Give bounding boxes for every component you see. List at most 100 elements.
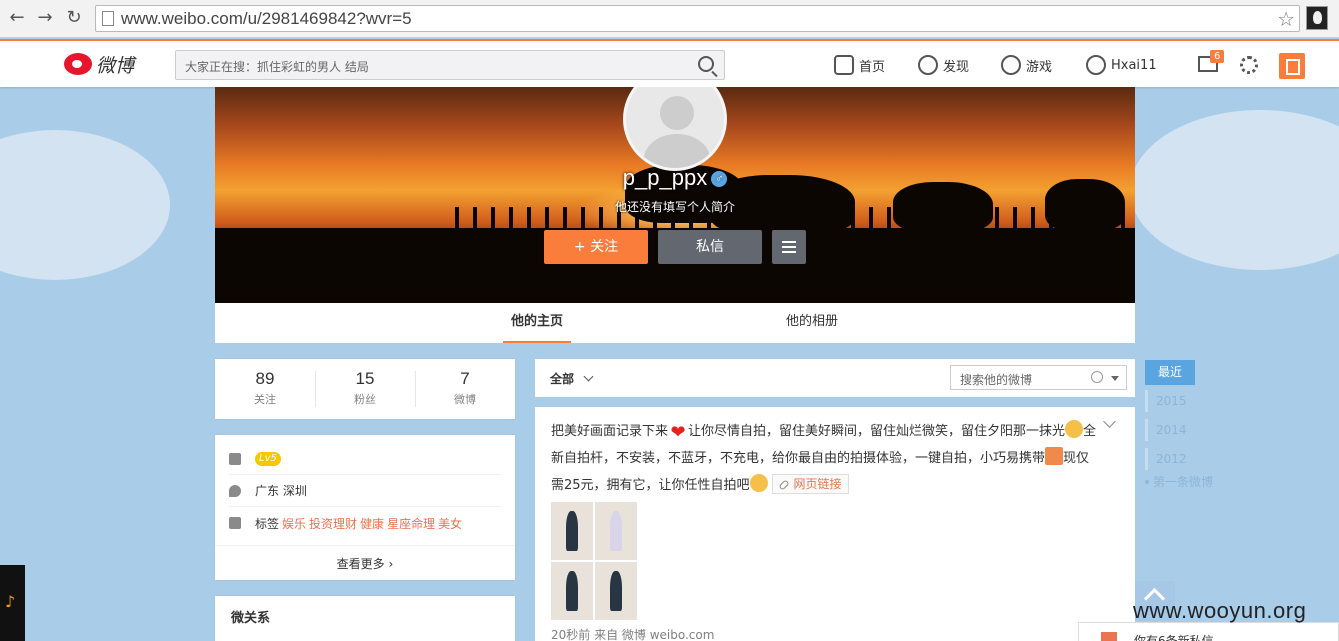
search-icon[interactable]: [698, 56, 714, 72]
web-link-button[interactable]: 网页链接: [771, 474, 849, 494]
compose-button[interactable]: [1279, 53, 1305, 79]
tag-icon: [229, 517, 241, 529]
username-text: p_p_ppx: [622, 165, 708, 190]
male-icon: ♂: [711, 171, 728, 188]
timeline-year[interactable]: 2012: [1145, 448, 1215, 470]
post-thumbnail[interactable]: [551, 502, 593, 560]
nav-user[interactable]: Hxai11: [1086, 55, 1157, 75]
dropdown-arrow-icon[interactable]: [1111, 376, 1119, 381]
chevron-right-icon: ›: [388, 557, 394, 571]
address-bar[interactable]: www.weibo.com/u/2981469842?wvr=5 ☆: [95, 5, 1300, 32]
nav-discover[interactable]: 发现: [918, 55, 969, 75]
nav-home-label: 首页: [859, 59, 886, 75]
background-cloud: [1130, 110, 1339, 270]
url-text[interactable]: www.weibo.com/u/2981469842?wvr=5: [121, 9, 412, 29]
watermark: www.wooyun.org: [1133, 598, 1307, 623]
tags-label: 标签: [255, 516, 280, 531]
info-card: Lv5 广东 深圳 标签 娱乐 投资理财 健康 星座命理 美女 查看更多 ›: [215, 435, 515, 580]
profile-intro: 他还没有填写个人简介: [614, 200, 735, 214]
weibo-search-input[interactable]: 搜索他的微博: [950, 365, 1127, 390]
tab-album[interactable]: 他的相册: [778, 303, 846, 343]
stat-weibo-label: 微博: [454, 393, 476, 406]
view-more-label: 查看更多: [336, 557, 385, 571]
profile-tabs: 他的主页 他的相册: [215, 303, 1135, 343]
bookmark-star-icon[interactable]: ☆: [1277, 7, 1295, 31]
level-badge[interactable]: Lv5: [255, 451, 281, 466]
envelope-icon: [1101, 632, 1117, 641]
web-link-label: 网页链接: [793, 477, 842, 491]
private-message-button[interactable]: 私信: [658, 230, 762, 264]
timeline-year[interactable]: 2015: [1145, 390, 1215, 412]
hug-emoji-icon: [1065, 420, 1084, 438]
nav-games[interactable]: 游戏: [1001, 55, 1052, 75]
stat-following[interactable]: 89 关注: [215, 369, 315, 407]
tag-link[interactable]: 星座命理: [387, 515, 435, 532]
browser-toolbar: ← → ↻ www.weibo.com/u/2981469842?wvr=5 ☆: [0, 0, 1339, 38]
profile-banner: p_p_ppx ♂ 他还没有填写个人简介 + 关注 私信: [215, 87, 1135, 303]
search-icon[interactable]: [1091, 371, 1103, 383]
link-icon: [777, 479, 790, 491]
compass-icon: [918, 55, 938, 75]
weibo-top-nav: 微博 大家正在搜：抓住彩虹的男人 结局 首页 发现 游戏 Hxai11 6: [0, 39, 1339, 87]
search-input[interactable]: 大家正在搜：抓住彩虹的男人 结局: [175, 50, 725, 80]
avatar-head: [660, 96, 694, 130]
page-icon: [102, 11, 114, 26]
post-image-grid[interactable]: [551, 502, 637, 620]
filter-all-dropdown[interactable]: 全部: [550, 370, 574, 387]
home-icon: [834, 55, 854, 75]
timeline-first-post[interactable]: 第一条微博: [1145, 473, 1213, 490]
toast-text: 你有6条新私信: [1134, 634, 1214, 641]
relations-title: 微关系: [231, 611, 271, 626]
extension-mask-icon[interactable]: [1306, 6, 1328, 30]
logo-text: 微博: [96, 54, 135, 77]
tag-link[interactable]: 投资理财: [309, 515, 357, 532]
stats-card: 89 关注 15 粉丝 7 微博: [215, 359, 515, 419]
reload-icon[interactable]: ↻: [63, 7, 85, 29]
message-count-badge: 6: [1210, 50, 1225, 63]
heart-emoji-icon: ❤: [670, 422, 686, 443]
bookmark-icon: [229, 452, 241, 465]
tag-link[interactable]: 健康: [360, 515, 384, 532]
music-player-tab[interactable]: ♪: [0, 565, 25, 641]
follow-button[interactable]: + 关注: [544, 230, 648, 264]
post-menu-chevron-icon[interactable]: [1103, 415, 1116, 428]
blush-emoji-icon: [749, 474, 768, 492]
feed-filter-bar: 全部 搜索他的微博: [535, 359, 1135, 397]
gear-icon[interactable]: [1240, 56, 1258, 74]
nav-discover-label: 发现: [943, 59, 970, 75]
nav-home[interactable]: 首页: [834, 55, 885, 75]
user-icon: [1086, 55, 1106, 75]
gamepad-icon: [1001, 55, 1021, 75]
forward-icon[interactable]: →: [34, 7, 56, 29]
post-text: 把美好画面记录下来 ❤ 让你尽情自拍，留住美好瞬间，留住灿烂微笑，留住夕阳那一抹光全…: [551, 418, 1101, 499]
stat-fans-value: 15: [355, 369, 375, 388]
tag-link[interactable]: 美女: [438, 515, 462, 532]
profile-username: p_p_ppx ♂: [215, 165, 1135, 191]
tags-row: 标签 娱乐 投资理财 健康 星座命理 美女: [229, 507, 501, 539]
view-more-link[interactable]: 查看更多 ›: [215, 545, 515, 581]
weibo-logo[interactable]: 微博: [64, 49, 134, 79]
post-thumbnail[interactable]: [595, 562, 637, 620]
weibo-eye-icon: [64, 53, 92, 75]
tag-link[interactable]: 娱乐: [282, 515, 306, 532]
chevron-down-icon[interactable]: [583, 371, 594, 382]
post-thumbnail[interactable]: [551, 562, 593, 620]
weibo-search-placeholder: 搜索他的微博: [960, 373, 1033, 387]
avatar[interactable]: [623, 87, 727, 171]
post-text-1: 把美好画面记录下来: [551, 424, 669, 439]
new-message-toast[interactable]: 你有6条新私信: [1078, 622, 1339, 641]
timeline-recent[interactable]: 最近: [1145, 360, 1195, 385]
stat-fans[interactable]: 15 粉丝: [315, 369, 415, 407]
thumbs-up-emoji-icon: [1045, 447, 1064, 465]
stat-weibo[interactable]: 7 微博: [415, 369, 515, 407]
tab-home[interactable]: 他的主页: [503, 303, 571, 343]
more-menu-button[interactable]: [772, 230, 806, 264]
nav-user-label: Hxai11: [1111, 57, 1157, 73]
timeline-year[interactable]: 2014: [1145, 419, 1215, 441]
back-icon[interactable]: ←: [6, 7, 28, 29]
level-row: Lv5: [229, 443, 501, 475]
background-cloud: [0, 130, 170, 280]
relations-card: 微关系: [215, 596, 515, 641]
post-thumbnail[interactable]: [595, 502, 637, 560]
weibo-post: 把美好画面记录下来 ❤ 让你尽情自拍，留住美好瞬间，留住灿烂微笑，留住夕阳那一抹光全…: [535, 407, 1135, 641]
